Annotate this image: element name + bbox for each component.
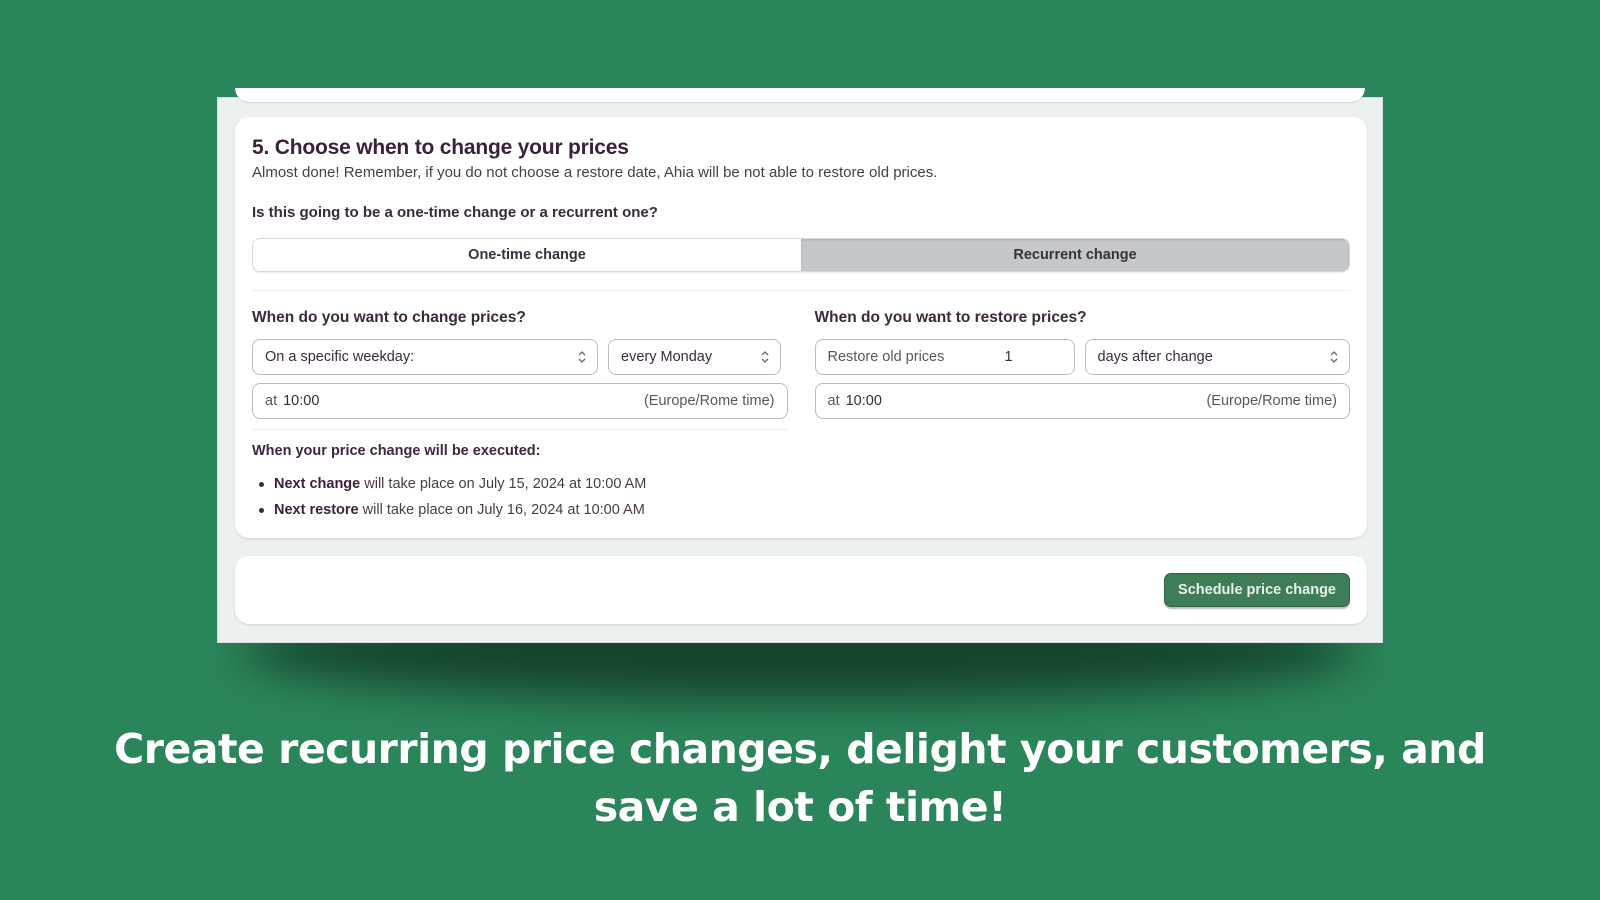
restore-label: When do you want to restore prices? (814, 309, 1087, 326)
previous-card-edge (235, 88, 1365, 102)
change-mode-value: On a specific weekday: (265, 349, 415, 365)
step-subtitle: Almost done! Remember, if you do not cho… (252, 164, 938, 181)
promo-stage: 5. Choose when to change your prices Alm… (0, 0, 1600, 900)
caption-line-2: save a lot of time! (593, 783, 1007, 831)
app-window: 5. Choose when to change your prices Alm… (217, 88, 1383, 643)
divider (252, 290, 1350, 291)
divider (252, 429, 788, 430)
one-time-change-option[interactable]: One-time change (253, 239, 801, 271)
weekday-value: every Monday (621, 349, 713, 365)
change-mode-select[interactable]: On a specific weekday: (252, 339, 598, 375)
execution-list: Next change will take place on July 15, … (252, 471, 788, 523)
restore-days-input[interactable]: Restore old prices 1 (814, 339, 1075, 375)
restore-unit-value: days after change (1097, 349, 1213, 365)
restore-time-prefix: at (827, 393, 840, 409)
change-type-question: Is this going to be a one-time change or… (252, 204, 658, 221)
chevron-up-down-icon (761, 351, 769, 363)
restore-timezone: (Europe/Rome time) (1206, 393, 1337, 409)
chevron-up-down-icon (578, 351, 586, 363)
caption-line-1: Create recurring price changes, delight … (114, 725, 1486, 773)
execution-item-next-restore: Next restore will take place on July 16,… (252, 497, 788, 523)
restore-time-input[interactable]: at 10:00 (Europe/Rome time) (814, 383, 1350, 419)
chevron-up-down-icon (1330, 351, 1338, 363)
schedule-card: 5. Choose when to change your prices Alm… (235, 117, 1367, 538)
restore-days-value: 1 (1004, 349, 1013, 365)
change-time-input[interactable]: at 10:00 (Europe/Rome time) (252, 383, 788, 419)
execution-title: When your price change will be executed: (252, 443, 541, 459)
restore-column: When do you want to restore prices? Rest… (814, 309, 1350, 523)
schedule-price-change-button[interactable]: Schedule price change (1164, 573, 1350, 607)
restore-unit-select[interactable]: days after change (1084, 339, 1350, 375)
recurrent-change-option[interactable]: Recurrent change (801, 239, 1349, 271)
change-column: When do you want to change prices? On a … (252, 309, 788, 523)
restore-time-value: 10:00 (845, 393, 882, 409)
change-timezone: (Europe/Rome time) (643, 393, 775, 409)
execution-item-label: Next restore (274, 502, 359, 518)
promo-caption: Create recurring price changes, delight … (0, 720, 1600, 836)
execution-item-text: will take place on July 15, 2024 at 10:0… (360, 476, 647, 492)
schedule-columns: When do you want to change prices? On a … (252, 309, 1350, 523)
change-time-value: 10:00 (283, 393, 320, 409)
weekday-select[interactable]: every Monday (608, 339, 781, 375)
restore-days-label: Restore old prices (827, 349, 945, 365)
execution-item-label: Next change (274, 476, 361, 492)
change-time-prefix: at (265, 393, 278, 409)
footer-card: Schedule price change (235, 556, 1367, 624)
change-type-segmented-control: One-time change Recurrent change (252, 238, 1350, 272)
execution-item-text: will take place on July 16, 2024 at 10:0… (358, 502, 645, 518)
execution-item-next-change: Next change will take place on July 15, … (252, 471, 788, 497)
change-label: When do you want to change prices? (252, 309, 526, 326)
step-title: 5. Choose when to change your prices (252, 136, 629, 159)
